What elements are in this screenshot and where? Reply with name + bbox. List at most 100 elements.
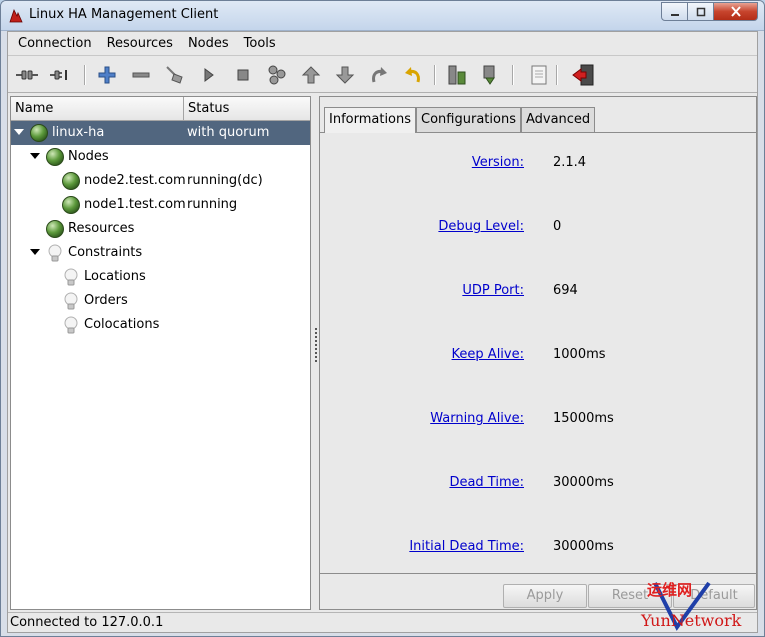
info-value: 0 xyxy=(553,219,562,234)
remove-button[interactable] xyxy=(128,63,154,87)
standby-button[interactable] xyxy=(444,63,470,87)
info-row-udp-port: UDP Port: 694 xyxy=(320,283,756,303)
tree-row-resources[interactable]: Resources xyxy=(11,217,310,241)
log-icon xyxy=(531,65,547,85)
close-button[interactable] xyxy=(714,2,758,21)
exit-button[interactable] xyxy=(570,63,596,87)
title-bar: Linux HA Management Client xyxy=(1,1,764,31)
move-up-button[interactable] xyxy=(298,63,324,87)
toolbar-separator xyxy=(556,65,558,85)
info-value: 30000ms xyxy=(553,539,614,554)
info-label[interactable]: Debug Level: xyxy=(438,219,524,234)
info-label[interactable]: UDP Port: xyxy=(462,283,524,298)
heartbeat-app-icon xyxy=(9,8,23,23)
exit-icon xyxy=(572,64,594,86)
info-row-keep-alive: Keep Alive: 1000ms xyxy=(320,347,756,367)
connect-icon xyxy=(16,70,38,80)
connect-button[interactable] xyxy=(14,63,40,87)
tab-informations[interactable]: Informations xyxy=(324,107,417,133)
info-row-version: Version: 2.1.4 xyxy=(320,155,756,175)
tree-row-name: Orders xyxy=(84,293,128,308)
cleanup-button[interactable] xyxy=(162,63,188,87)
tree-row-node2[interactable]: node2.test.com running(dc) xyxy=(11,169,310,193)
info-value: 15000ms xyxy=(553,411,614,426)
undo-button[interactable] xyxy=(400,63,426,87)
stop-icon xyxy=(237,69,249,81)
info-row-dead-time: Dead Time: 30000ms xyxy=(320,475,756,495)
cleanup-icon xyxy=(166,66,183,84)
stop-button[interactable] xyxy=(230,63,256,87)
watermark: 运维网 YunNetwork xyxy=(637,579,763,631)
collapse-arrow-icon[interactable] xyxy=(30,153,40,159)
apply-button[interactable]: Apply xyxy=(503,584,587,608)
watermark-chinese: 运维网 xyxy=(647,581,693,599)
minimize-button[interactable] xyxy=(661,2,688,21)
tree-row-orders[interactable]: Orders xyxy=(11,289,310,313)
nodes-status-icon xyxy=(46,148,64,166)
info-label[interactable]: Warning Alive: xyxy=(430,411,524,426)
move-up-icon xyxy=(301,66,321,84)
node-status-icon xyxy=(62,172,80,190)
tab-advanced[interactable]: Advanced xyxy=(520,107,596,132)
collapse-arrow-icon[interactable] xyxy=(30,249,40,255)
tree-row-cluster[interactable]: linux-ha with quorum xyxy=(11,121,310,145)
window-title: Linux HA Management Client xyxy=(29,7,219,22)
menu-nodes[interactable]: Nodes xyxy=(183,36,234,51)
info-value: 694 xyxy=(553,283,578,298)
migrate-button[interactable] xyxy=(264,63,290,87)
info-label[interactable]: Initial Dead Time: xyxy=(409,539,524,554)
add-icon xyxy=(98,66,116,84)
cluster-status-icon xyxy=(30,124,48,142)
column-status[interactable]: Status xyxy=(184,97,310,121)
log-button[interactable] xyxy=(526,63,552,87)
resources-status-icon xyxy=(46,220,64,238)
start-button[interactable] xyxy=(196,63,222,87)
node-status-icon xyxy=(62,196,80,214)
tree-row-constraints[interactable]: Constraints xyxy=(11,241,310,265)
splitter-handle[interactable] xyxy=(314,328,318,368)
toolbar-separator xyxy=(434,65,436,85)
tab-bar: Informations Configurations Advanced xyxy=(324,107,596,133)
tree-row-colocations[interactable]: Colocations xyxy=(11,313,310,337)
add-button[interactable] xyxy=(94,63,120,87)
collapse-arrow-icon[interactable] xyxy=(14,129,24,135)
info-label[interactable]: Keep Alive: xyxy=(452,347,524,362)
tab-configurations[interactable]: Configurations xyxy=(416,107,521,132)
standby-icon xyxy=(448,65,466,85)
redo-icon xyxy=(372,67,387,83)
start-icon xyxy=(204,68,214,82)
tree-row-name: linux-ha xyxy=(52,125,105,140)
tree-row-nodes[interactable]: Nodes xyxy=(11,145,310,169)
info-value: 1000ms xyxy=(553,347,606,362)
menu-resources[interactable]: Resources xyxy=(102,36,178,51)
column-name[interactable]: Name xyxy=(11,97,184,121)
info-label[interactable]: Dead Time: xyxy=(449,475,524,490)
tree-row-name: node2.test.com xyxy=(84,173,186,188)
cluster-tree: Name Status linux-ha with quorum Nodes n… xyxy=(10,96,311,610)
info-row-initial-dead-time: Initial Dead Time: 30000ms xyxy=(320,539,756,559)
tree-row-status: running xyxy=(187,197,238,212)
window-controls xyxy=(661,2,758,22)
maximize-button[interactable] xyxy=(688,2,714,21)
connection-status: Connected to 127.0.0.1 xyxy=(10,615,164,630)
tree-row-name: Constraints xyxy=(68,245,143,260)
active-button[interactable] xyxy=(478,63,504,87)
move-down-button[interactable] xyxy=(332,63,358,87)
informations-content: Version: 2.1.4 Debug Level: 0 UDP Port: … xyxy=(320,132,756,574)
info-label[interactable]: Version: xyxy=(472,155,524,170)
tree-row-node1[interactable]: node1.test.com running xyxy=(11,193,310,217)
active-icon xyxy=(483,65,495,85)
disconnect-icon xyxy=(50,70,67,80)
tree-row-locations[interactable]: Locations xyxy=(11,265,310,289)
lightbulb-icon xyxy=(64,292,78,310)
menu-connection[interactable]: Connection xyxy=(13,36,97,51)
maximize-icon xyxy=(696,7,705,16)
menu-tools[interactable]: Tools xyxy=(239,36,281,51)
redo-button[interactable] xyxy=(366,63,392,87)
remove-icon xyxy=(132,72,150,78)
minimize-icon xyxy=(670,13,679,16)
disconnect-button[interactable] xyxy=(48,63,74,87)
tree-row-name: Colocations xyxy=(84,317,160,332)
toolbar-separator xyxy=(512,65,514,85)
move-down-icon xyxy=(335,66,355,84)
